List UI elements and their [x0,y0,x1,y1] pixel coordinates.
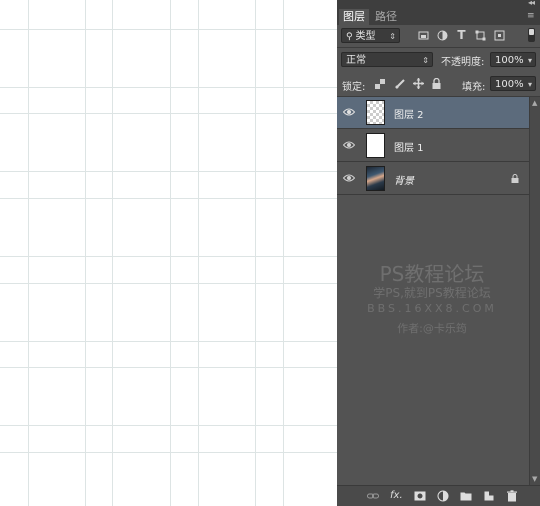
grid-line [0,367,337,368]
chevron-updown-icon: ⇕ [389,32,396,41]
layer-name: 图层 1 [394,143,424,154]
shape-filter-icon[interactable] [475,30,486,41]
adjustment-icon[interactable] [437,490,449,502]
mask-icon[interactable] [414,490,426,502]
opacity-label: 不透明度: [441,57,485,68]
layers-scrollbar[interactable]: ▲ ▼ [529,97,540,485]
filter-kind-select[interactable]: ⚲ 类型 ⇕ [341,28,400,43]
lock-all-icon[interactable] [432,78,441,89]
opacity-value: 100% [495,55,524,66]
grid-line [0,171,337,172]
panel-tab-bar: 图层 路径 ≡ [337,9,540,25]
opacity-field[interactable]: 100% ▾ [490,52,536,67]
pixel-filter-icon[interactable] [418,30,429,41]
grid-line [0,452,337,453]
grid-line [0,283,337,284]
layer-row[interactable]: 图层 1 [337,130,529,162]
layer-thumbnail [366,166,385,191]
lock-transparency-icon[interactable] [375,79,385,89]
grid-line [0,341,337,342]
visibility-eye-icon[interactable] [343,173,355,183]
grid-line [0,87,337,88]
chevron-updown-icon: ⇕ [422,56,429,65]
blend-mode-value: 正常 [346,55,366,66]
layer-thumbnail [366,100,385,125]
filter-toggle[interactable] [528,28,535,42]
fill-label: 填充: [462,82,486,93]
folder-icon[interactable] [460,490,472,502]
grid-line [0,198,337,199]
tab-paths[interactable]: 路径 [371,9,401,25]
fill-value: 100% [495,79,524,90]
grid-line [255,0,256,506]
visibility-eye-icon[interactable] [343,140,355,150]
lock-position-icon[interactable] [413,78,424,89]
lock-label: 锁定: [342,82,366,93]
grid-line [85,0,86,506]
watermark-author: 作者:@卡乐筠 [397,322,467,335]
trash-icon[interactable] [506,490,518,502]
blend-mode-select[interactable]: 正常 ⇕ [341,52,433,67]
scroll-down-icon[interactable]: ▼ [532,475,537,483]
smart-object-filter-icon[interactable] [494,30,505,41]
panel-header-strip: ◂◂ [337,0,540,9]
type-filter-icon[interactable]: T [456,29,467,41]
chevron-down-icon: ▾ [527,56,532,65]
grid-line [283,0,284,506]
lock-pixels-icon[interactable] [395,78,406,89]
lock-icon [511,174,519,183]
fx-icon[interactable]: fx. [390,490,403,502]
layers-bottom-toolbar: fx. [337,485,540,506]
grid-line [0,29,337,30]
new-layer-icon[interactable] [483,490,495,502]
visibility-eye-icon[interactable] [343,107,355,117]
divider [337,47,540,48]
filter-kind-label: 类型 [355,31,376,42]
grid-line [170,0,171,506]
layer-row[interactable]: 背景 [337,163,529,195]
grid-line [0,425,337,426]
tab-layers[interactable]: 图层 [339,9,369,25]
document-canvas[interactable] [0,0,337,506]
layer-thumbnail [366,133,385,158]
grid-line [0,256,337,257]
chevron-down-icon: ▾ [527,80,532,89]
link-icon[interactable] [367,490,379,502]
layers-panel: ◂◂ 图层 路径 ≡ ⚲ 类型 ⇕ T 正常 ⇕ 不透明度: 100% ▾ 锁定… [337,0,540,506]
scroll-up-icon[interactable]: ▲ [532,99,537,107]
watermark-title: PS教程论坛 [379,262,485,286]
panel-menu-icon[interactable]: ≡ [527,12,535,22]
watermark-url: BBS.16XX8.COM [367,302,497,315]
watermark-subtitle: 学PS,就到PS教程论坛 [373,286,491,300]
collapse-panel-icon[interactable]: ◂◂ [528,0,535,7]
grid-line [28,0,29,506]
layer-name: 背景 [394,176,414,187]
grid-line [0,113,337,114]
grid-line [198,0,199,506]
layer-row[interactable]: 图层 2 [337,97,529,129]
grid-line [112,0,113,506]
layer-name: 图层 2 [394,110,424,121]
fill-field[interactable]: 100% ▾ [490,76,536,91]
adjustment-filter-icon[interactable] [437,30,448,41]
